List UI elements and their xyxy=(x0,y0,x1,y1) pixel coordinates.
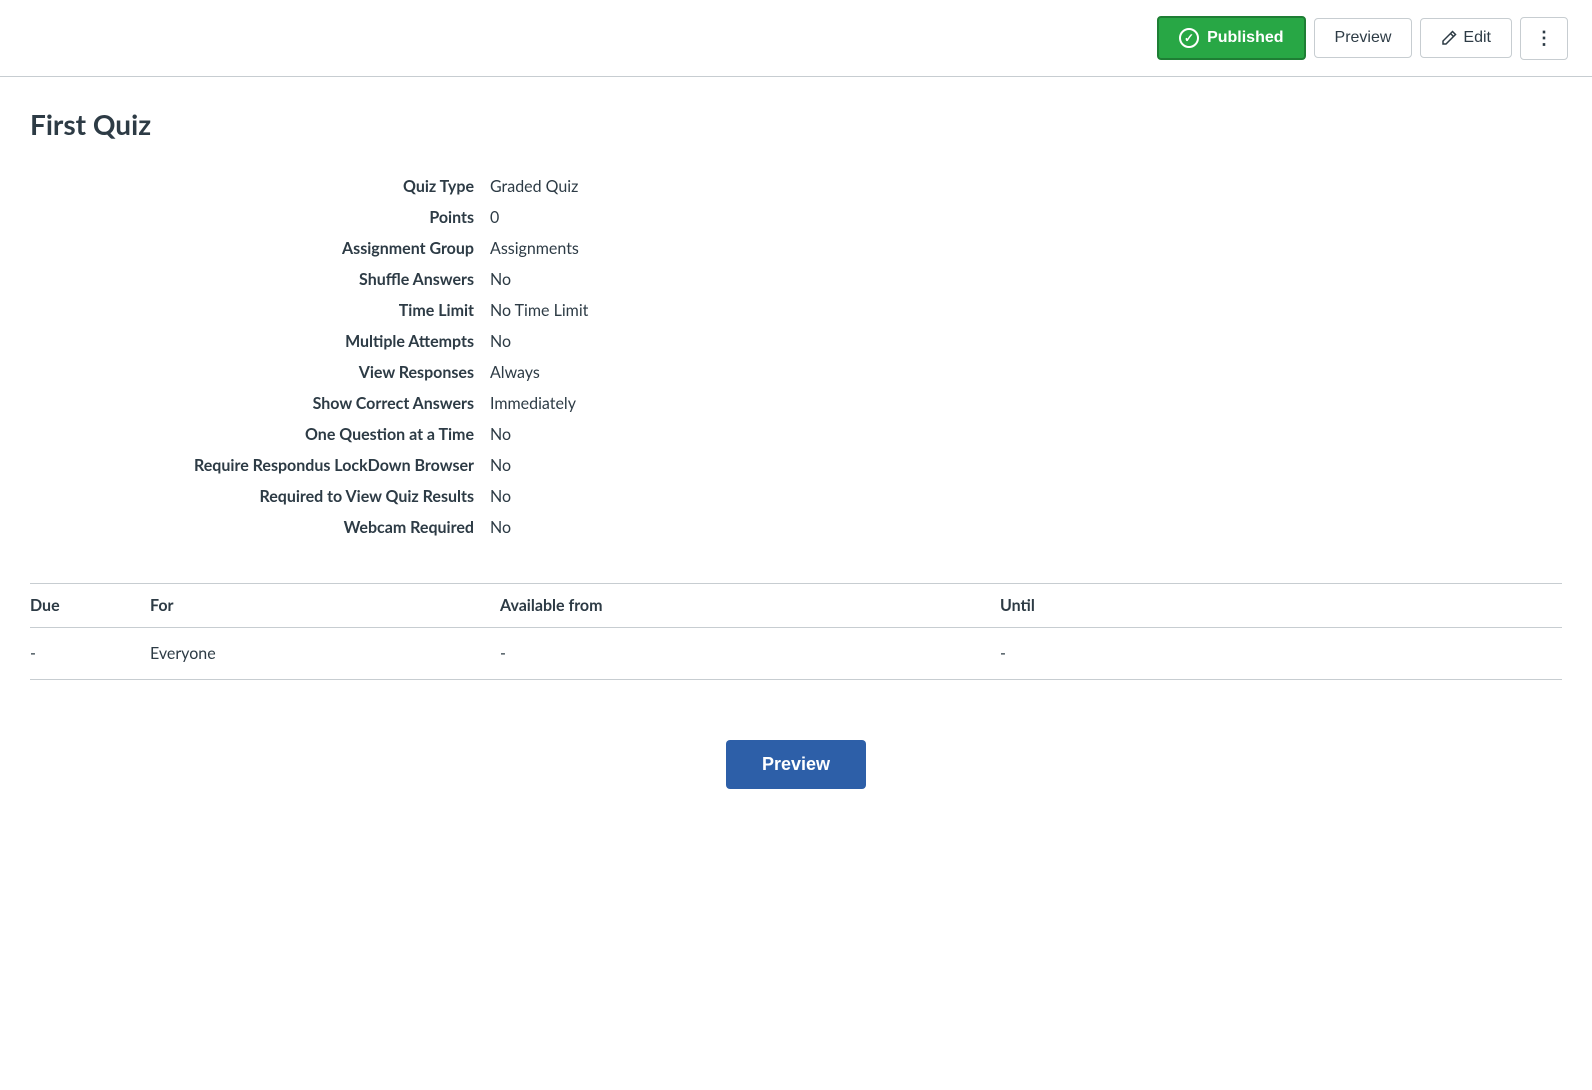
detail-row: Time LimitNo Time Limit xyxy=(30,295,1562,326)
bottom-actions: Preview xyxy=(30,720,1562,809)
pencil-icon xyxy=(1441,30,1457,46)
detail-value: No xyxy=(490,332,511,351)
table-cell-due: - xyxy=(30,628,150,680)
toolbar: ✓ Published Preview Edit ⋮ xyxy=(0,0,1592,77)
details-table: Quiz TypeGraded QuizPoints0Assignment Gr… xyxy=(30,171,1562,543)
detail-value: No xyxy=(490,270,511,289)
more-icon: ⋮ xyxy=(1535,28,1553,48)
table-cell-until: - xyxy=(1000,628,1562,680)
detail-label: Assignment Group xyxy=(30,239,490,258)
detail-row: View ResponsesAlways xyxy=(30,357,1562,388)
detail-row: Points0 xyxy=(30,202,1562,233)
detail-value: Assignments xyxy=(490,239,579,258)
detail-value: 0 xyxy=(490,208,499,227)
detail-value: No Time Limit xyxy=(490,301,588,320)
col-until: Until xyxy=(1000,584,1562,628)
more-options-button[interactable]: ⋮ xyxy=(1520,17,1568,60)
detail-value: No xyxy=(490,518,511,537)
detail-row: Show Correct AnswersImmediately xyxy=(30,388,1562,419)
detail-value: No xyxy=(490,425,511,444)
detail-label: Quiz Type xyxy=(30,177,490,196)
detail-row: Quiz TypeGraded Quiz xyxy=(30,171,1562,202)
detail-row: Require Respondus LockDown BrowserNo xyxy=(30,450,1562,481)
detail-row: Required to View Quiz ResultsNo xyxy=(30,481,1562,512)
published-button[interactable]: ✓ Published xyxy=(1157,16,1305,60)
detail-value: No xyxy=(490,487,511,506)
detail-value: Graded Quiz xyxy=(490,177,578,196)
col-for: For xyxy=(150,584,500,628)
bottom-preview-label: Preview xyxy=(762,754,830,774)
detail-value: Always xyxy=(490,363,540,382)
detail-label: Multiple Attempts xyxy=(30,332,490,351)
detail-row: Shuffle AnswersNo xyxy=(30,264,1562,295)
detail-label: Require Respondus LockDown Browser xyxy=(30,456,490,475)
detail-label: Show Correct Answers xyxy=(30,394,490,413)
detail-row: Multiple AttemptsNo xyxy=(30,326,1562,357)
col-available-from: Available from xyxy=(500,584,1000,628)
table-cell-for: Everyone xyxy=(150,628,500,680)
edit-button[interactable]: Edit xyxy=(1420,18,1512,58)
table-row: -Everyone-- xyxy=(30,628,1562,680)
detail-row: Assignment GroupAssignments xyxy=(30,233,1562,264)
edit-label: Edit xyxy=(1463,29,1491,47)
detail-value: Immediately xyxy=(490,394,576,413)
check-circle-icon: ✓ xyxy=(1179,28,1199,48)
detail-label: One Question at a Time xyxy=(30,425,490,444)
bottom-preview-button[interactable]: Preview xyxy=(726,740,866,789)
detail-value: No xyxy=(490,456,511,475)
detail-label: Required to View Quiz Results xyxy=(30,487,490,506)
detail-row: One Question at a TimeNo xyxy=(30,419,1562,450)
page-title: First Quiz xyxy=(30,107,1562,141)
detail-label: Shuffle Answers xyxy=(30,270,490,289)
detail-label: Time Limit xyxy=(30,301,490,320)
main-content: First Quiz Quiz TypeGraded QuizPoints0As… xyxy=(0,77,1592,849)
detail-label: View Responses xyxy=(30,363,490,382)
col-due: Due xyxy=(30,584,150,628)
availability-table: Due For Available from Until -Everyone-- xyxy=(30,583,1562,680)
preview-label: Preview xyxy=(1335,29,1392,46)
detail-label: Points xyxy=(30,208,490,227)
detail-row: Webcam RequiredNo xyxy=(30,512,1562,543)
published-label: Published xyxy=(1207,29,1283,47)
preview-button[interactable]: Preview xyxy=(1314,18,1413,58)
detail-label: Webcam Required xyxy=(30,518,490,537)
table-cell-available_from: - xyxy=(500,628,1000,680)
